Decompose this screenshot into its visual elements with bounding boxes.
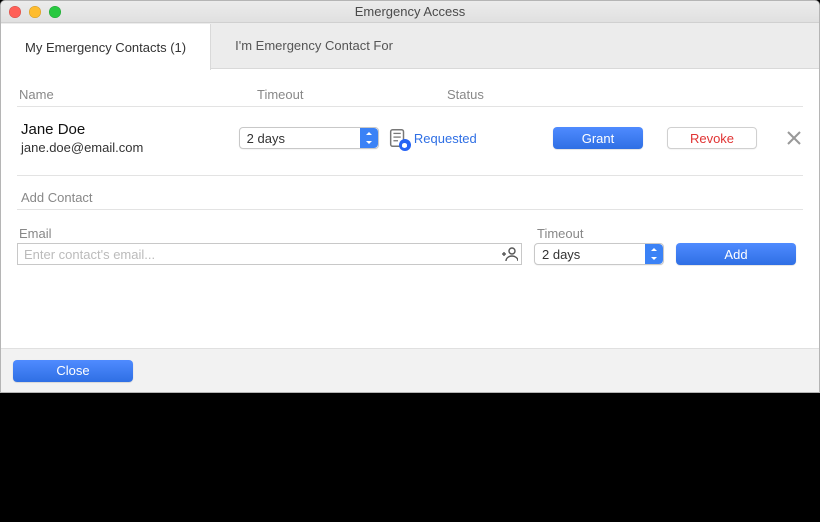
header-timeout: Timeout [257,87,447,102]
window-titlebar: Emergency Access [1,1,819,23]
header-name: Name [17,87,257,102]
header-status: Status [447,87,803,102]
close-window-icon[interactable] [9,6,21,18]
add-timeout-select[interactable]: 2 days [534,243,664,265]
revoke-button[interactable]: Revoke [667,127,757,149]
window-traffic-lights [9,6,61,18]
zoom-window-icon[interactable] [49,6,61,18]
emergency-access-window: Emergency Access My Emergency Contacts (… [0,0,820,393]
contact-email: jane.doe@email.com [21,140,239,155]
stepper-icon [360,128,378,148]
close-button[interactable]: Close [13,360,133,382]
tabstrip: My Emergency Contacts (1) I'm Emergency … [1,23,819,69]
contact-name: Jane Doe [21,121,239,138]
content-area: Name Timeout Status Jane Doe jane.doe@em… [1,69,819,287]
timeout-select[interactable]: 2 days [239,127,379,149]
minimize-window-icon[interactable] [29,6,41,18]
bell-badge-icon [399,139,411,151]
tab-my-emergency-contacts[interactable]: My Emergency Contacts (1) [1,24,211,70]
remove-contact-icon[interactable] [785,129,803,147]
timeout-label: Timeout [537,226,677,241]
tab-im-emergency-contact-for[interactable]: I'm Emergency Contact For [211,23,417,68]
add-contact-heading: Add Contact [17,176,803,209]
email-field[interactable] [17,243,522,265]
grant-button[interactable]: Grant [553,127,643,149]
dialog-footer: Close [1,348,819,392]
add-contact-row: 2 days Add [17,243,803,287]
email-label: Email [17,226,537,241]
add-row-labels: Email Timeout [17,210,803,243]
timeout-select-value: 2 days [247,131,285,146]
add-person-icon[interactable] [502,246,518,262]
contact-identity: Jane Doe jane.doe@email.com [17,121,239,155]
reminder-icon[interactable] [387,127,409,149]
add-button[interactable]: Add [676,243,796,265]
column-headers: Name Timeout Status [17,69,803,106]
stepper-icon [645,244,663,264]
status-value: Requested [414,131,477,146]
window-title: Emergency Access [1,4,819,19]
contact-row: Jane Doe jane.doe@email.com 2 days Reque… [17,107,803,175]
add-timeout-select-value: 2 days [542,247,580,262]
